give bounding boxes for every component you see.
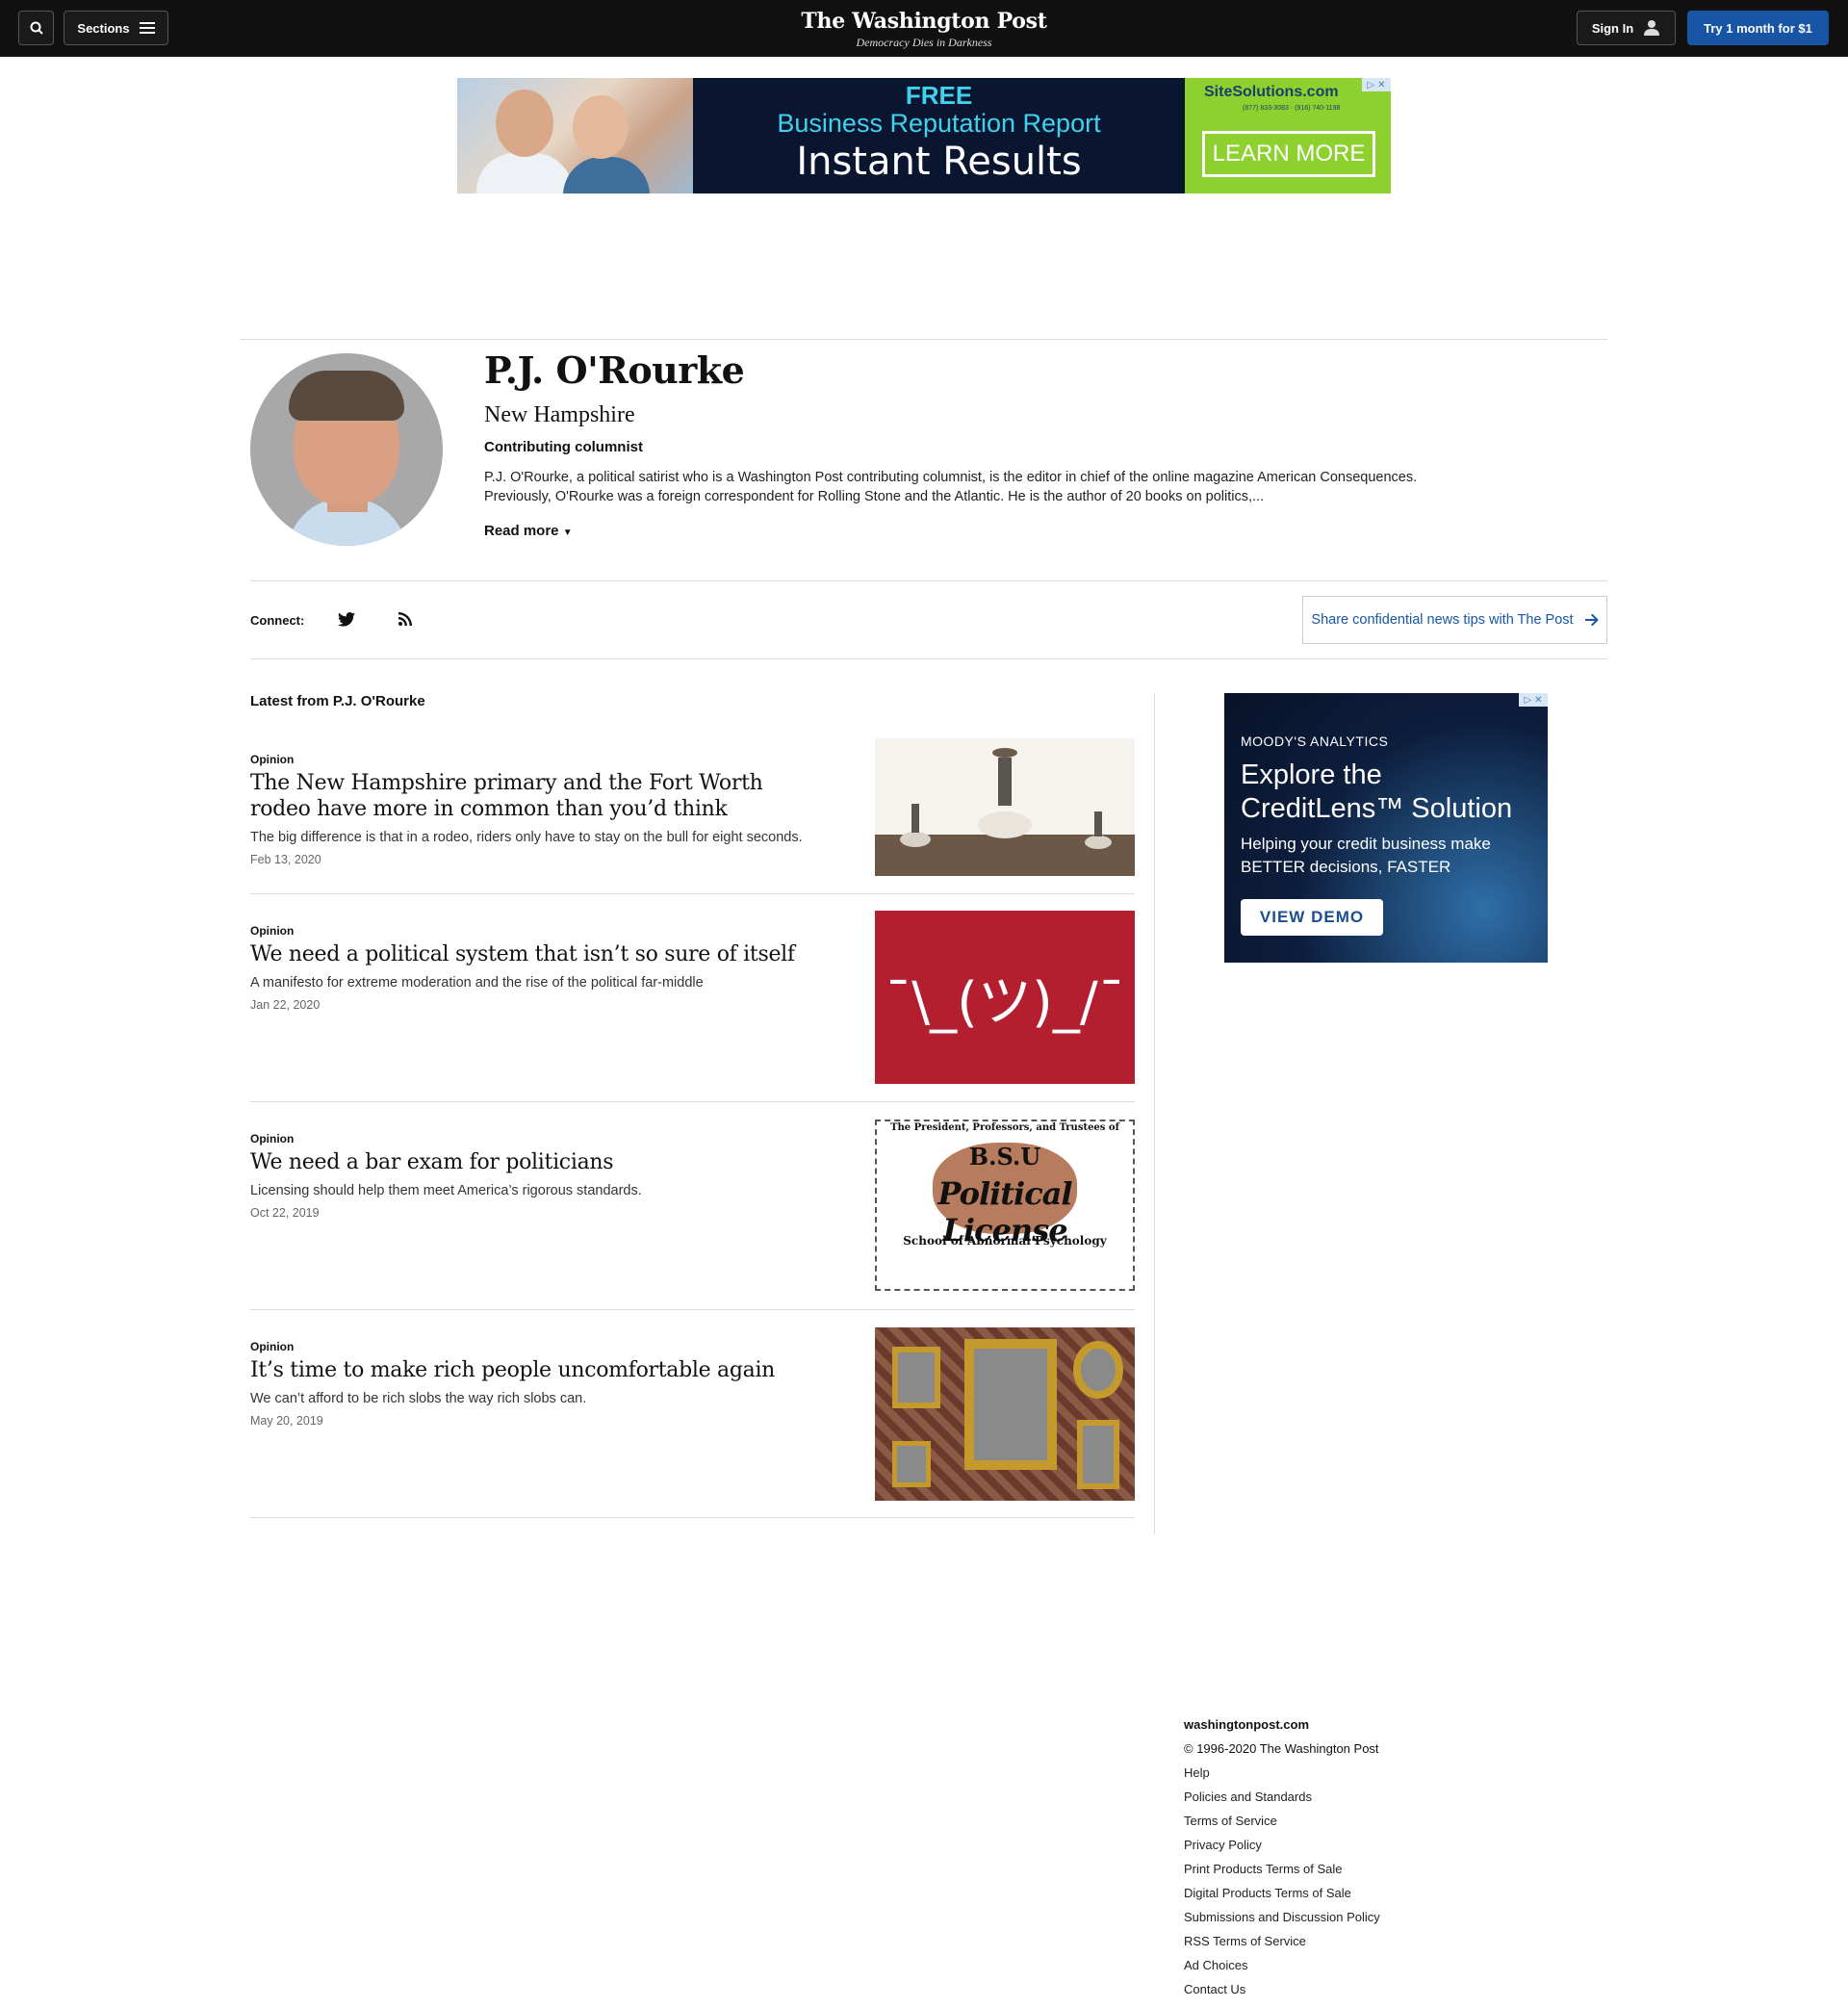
banner-ad-brand: SiteSolutions.com: [1204, 84, 1339, 100]
footer-link-policies[interactable]: Policies and Standards: [1184, 1789, 1380, 1814]
footer-site-name: washingtonpost.com: [1184, 1717, 1309, 1732]
divider: [250, 1101, 1135, 1102]
divider: [250, 1517, 1135, 1518]
article-headline[interactable]: It’s time to make rich people uncomforta…: [250, 1357, 828, 1383]
subscribe-button[interactable]: Try 1 month for $1: [1687, 11, 1829, 45]
footer-copyright: © 1996-2020 The Washington Post: [1184, 1741, 1379, 1756]
read-more-label: Read more: [484, 523, 559, 539]
read-more-button[interactable]: Read more ▼: [484, 523, 573, 539]
banner-ad-line2: Business Reputation Report: [777, 109, 1101, 138]
footer-link-submissions[interactable]: Submissions and Discussion Policy: [1184, 1910, 1380, 1934]
side-ad-headline: Explore the CreditLens™ Solution: [1241, 759, 1513, 824]
footer-link-terms[interactable]: Terms of Service: [1184, 1814, 1380, 1838]
license-header: The President, Professors, and Trustees …: [890, 1122, 1119, 1133]
footer-link-rss-terms[interactable]: RSS Terms of Service: [1184, 1934, 1380, 1958]
footer-link-contact[interactable]: Contact Us: [1184, 1982, 1380, 2006]
user-icon: [1644, 20, 1660, 36]
side-ad-demo-button[interactable]: VIEW DEMO: [1241, 899, 1383, 936]
ad-choices-icon[interactable]: ▷ ✕: [1519, 693, 1548, 707]
banner-ad-learn-more-button[interactable]: LEARN MORE: [1202, 131, 1375, 177]
side-ad[interactable]: MOODY'S ANALYTICS Explore the CreditLens…: [1224, 693, 1548, 963]
news-tips-button[interactable]: Share confidential news tips with The Po…: [1302, 596, 1607, 644]
arrow-right-icon: [1584, 614, 1599, 626]
divider: [250, 893, 1135, 894]
news-tips-label: Share confidential news tips with The Po…: [1311, 612, 1574, 628]
banner-ad-phone: (877) 833-3083 · (916) 740-1198: [1243, 105, 1341, 112]
divider: [250, 1309, 1135, 1310]
license-school: School of Abnormal Psychology: [903, 1234, 1107, 1248]
top-nav: Sections The Washington Post Democracy D…: [0, 0, 1848, 57]
side-ad-brand: MOODY'S ANALYTICS: [1241, 734, 1389, 749]
divider: [250, 658, 1607, 659]
sign-in-label: Sign In: [1591, 20, 1634, 36]
column-divider: [1154, 693, 1155, 1534]
side-ad-subtext: Helping your credit business make BETTER…: [1241, 835, 1491, 876]
footer-link-digital-terms[interactable]: Digital Products Terms of Sale: [1184, 1886, 1380, 1910]
article-image-portraits[interactable]: [875, 1327, 1135, 1501]
banner-ad-line1: FREE: [905, 81, 973, 110]
banner-ad[interactable]: FREE Business Reputation Report Instant …: [457, 78, 1391, 193]
latest-section-title: Latest from P.J. O'Rourke: [250, 693, 425, 709]
article-headline[interactable]: We need a political system that isn’t so…: [250, 941, 828, 967]
article-headline[interactable]: The New Hampshire primary and the Fort W…: [250, 770, 828, 822]
sign-in-button[interactable]: Sign In: [1577, 11, 1676, 45]
author-role: Contributing columnist: [484, 439, 643, 455]
shrug-text: ¯\_(ツ)_/¯: [885, 970, 1125, 1034]
banner-ad-photo: [457, 78, 693, 193]
footer-link-privacy[interactable]: Privacy Policy: [1184, 1838, 1380, 1862]
rss-icon[interactable]: [395, 608, 416, 630]
footer-link-print-terms[interactable]: Print Products Terms of Sale: [1184, 1862, 1380, 1886]
ad-choices-icon[interactable]: ▷ ✕: [1362, 78, 1391, 91]
author-bio: P.J. O'Rourke, a political satirist who …: [484, 470, 1418, 504]
author-photo: [250, 353, 443, 546]
footer: washingtonpost.com © 1996-2020 The Washi…: [1184, 1717, 1380, 2006]
banner-ad-line3: Instant Results: [796, 140, 1082, 184]
article-image-license[interactable]: The President, Professors, and Trustees …: [875, 1120, 1135, 1291]
divider: [250, 580, 1607, 581]
article-headline[interactable]: We need a bar exam for politicians: [250, 1149, 828, 1175]
site-logo[interactable]: The Washington Post: [0, 9, 1848, 34]
footer-link-help[interactable]: Help: [1184, 1765, 1380, 1789]
masthead[interactable]: The Washington Post Democracy Dies in Da…: [0, 9, 1848, 50]
divider: [240, 339, 1607, 340]
article-image-shrug[interactable]: ¯\_(ツ)_/¯: [875, 911, 1135, 1084]
site-tagline: Democracy Dies in Darkness: [856, 36, 992, 49]
license-initials: B.S.U: [968, 1143, 1041, 1171]
article-image-rodeo[interactable]: [875, 738, 1135, 876]
twitter-icon[interactable]: [336, 608, 357, 630]
author-location: New Hampshire: [484, 402, 635, 427]
footer-link-ad-choices[interactable]: Ad Choices: [1184, 1958, 1380, 1982]
banner-ad-copy: FREE Business Reputation Report Instant …: [693, 78, 1185, 193]
caret-down-icon: ▼: [562, 528, 573, 538]
author-name: P.J. O'Rourke: [484, 348, 745, 392]
connect-label: Connect:: [250, 613, 305, 628]
banner-ad-cta-panel: SiteSolutions.com (877) 833-3083 · (916)…: [1185, 78, 1391, 193]
